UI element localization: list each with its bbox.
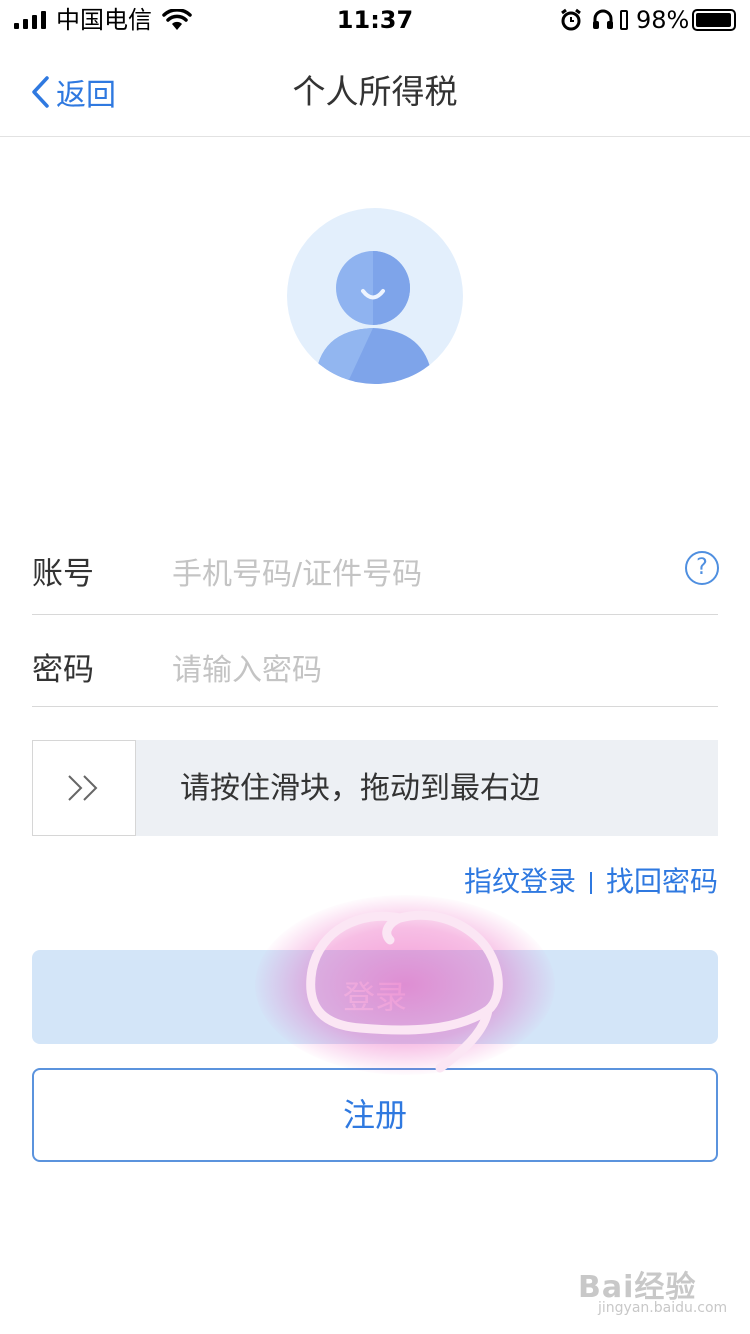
battery-percent: 98% <box>636 6 690 34</box>
user-icon <box>315 251 433 384</box>
account-input[interactable]: 手机号码/证件号码 <box>172 549 422 593</box>
page-title: 个人所得税 <box>292 72 458 111</box>
register-button[interactable]: 注册 <box>32 1068 718 1162</box>
battery-fill <box>696 13 732 27</box>
status-bar: 中国电信 11:37 98% <box>0 0 750 40</box>
link-separator <box>589 872 592 894</box>
baidu-watermark-url: jingyan.baidu.com <box>598 1300 728 1316</box>
headphones-icon <box>593 9 613 29</box>
account-label: 账号 <box>32 556 94 592</box>
double-chevron-right-icon <box>68 775 98 801</box>
fingerprint-login-link[interactable]: 指纹登录 <box>464 865 576 898</box>
password-divider <box>32 706 718 707</box>
slider-instruction: 请按住滑块，拖动到最右边 <box>180 771 540 806</box>
alarm-icon <box>561 8 581 31</box>
low-power-indicator <box>620 10 628 30</box>
slider-handle[interactable] <box>32 740 136 836</box>
recover-password-link[interactable]: 找回密码 <box>606 865 718 898</box>
nav-bar: 返回 个人所得税 <box>0 40 750 137</box>
password-label: 密码 <box>32 652 94 688</box>
login-links: 指纹登录 找回密码 <box>464 862 718 902</box>
avatar <box>287 208 463 384</box>
password-input[interactable]: 请输入密码 <box>172 645 322 689</box>
account-divider <box>32 614 718 615</box>
help-icon[interactable]: ? <box>685 551 719 585</box>
battery-icon <box>692 9 736 31</box>
annotation-circle <box>306 910 503 1073</box>
